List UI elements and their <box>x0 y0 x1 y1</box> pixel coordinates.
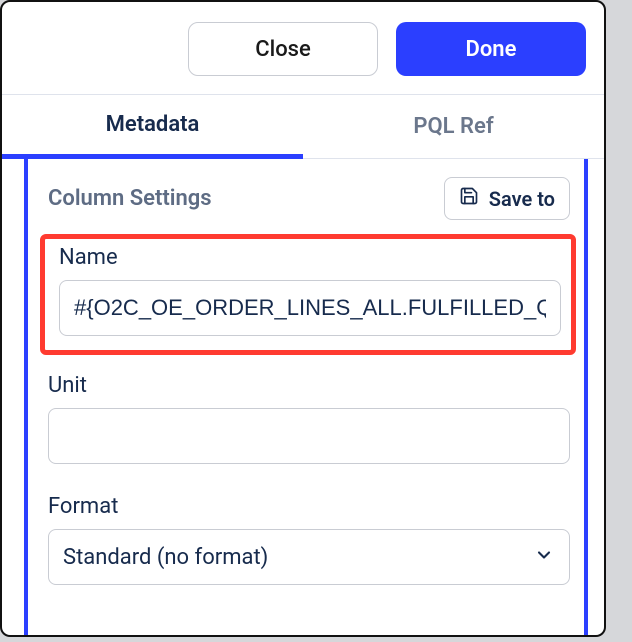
unit-field-group: Unit <box>28 367 584 474</box>
format-selected-value: Standard (no format) <box>63 545 268 570</box>
tab-metadata[interactable]: Metadata <box>2 95 303 159</box>
format-select[interactable]: Standard (no format) <box>48 529 570 585</box>
save-icon <box>459 186 479 211</box>
tab-pql-ref[interactable]: PQL Ref <box>303 95 604 159</box>
name-input[interactable] <box>59 280 561 336</box>
metadata-panel: Column Settings Save to Name Unit <box>24 159 588 637</box>
column-settings-title: Column Settings <box>48 186 212 211</box>
close-button[interactable]: Close <box>188 22 378 76</box>
name-field-highlight: Name <box>40 234 576 355</box>
tab-bar: Metadata PQL Ref <box>2 94 604 159</box>
unit-input[interactable] <box>48 408 570 464</box>
save-to-button[interactable]: Save to <box>444 177 570 220</box>
save-to-label: Save to <box>489 187 555 211</box>
dialog-panel: Close Done Metadata PQL Ref Column Setti… <box>0 0 606 637</box>
done-button[interactable]: Done <box>396 22 586 76</box>
format-label: Format <box>48 494 570 519</box>
unit-label: Unit <box>48 373 570 398</box>
format-field-group: Format Standard (no format) <box>28 488 584 595</box>
name-label: Name <box>59 245 561 270</box>
column-settings-header: Column Settings Save to <box>28 159 584 234</box>
dialog-topbar: Close Done <box>2 2 604 94</box>
